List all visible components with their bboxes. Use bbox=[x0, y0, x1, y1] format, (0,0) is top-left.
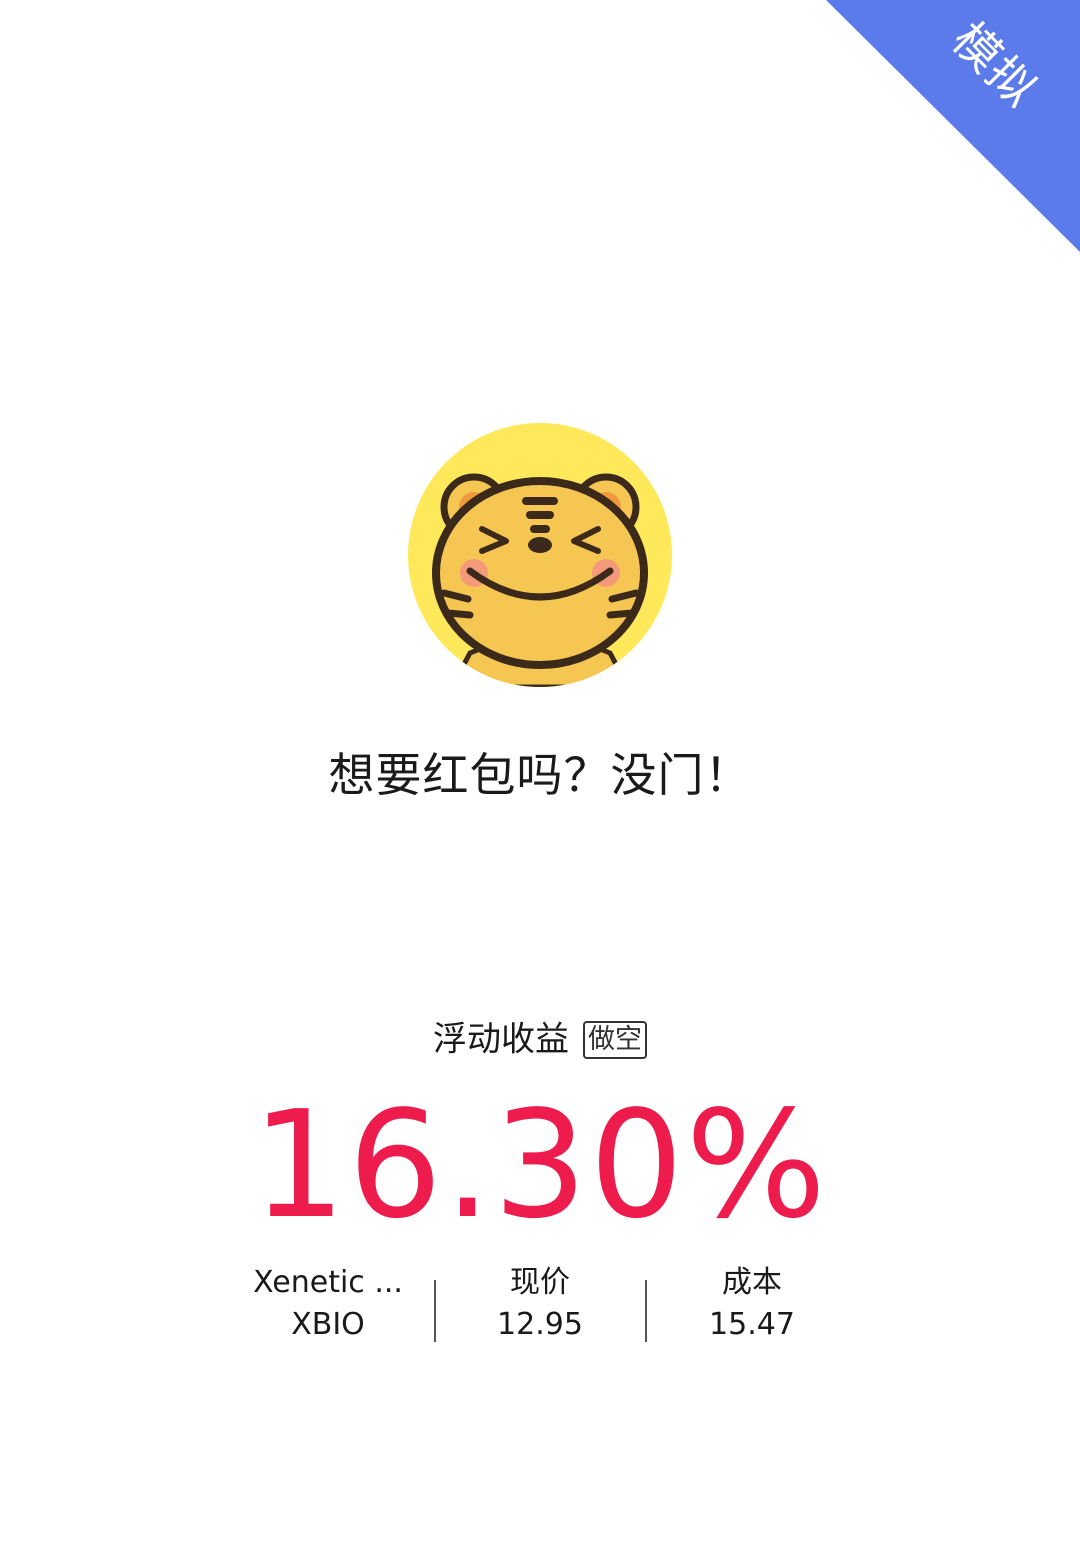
cost-value: 15.47 bbox=[709, 1307, 795, 1342]
headline-text: 想要红包吗？没门！ bbox=[328, 748, 752, 802]
stock-info: Xenetic ... XBIO bbox=[228, 1262, 428, 1346]
divider bbox=[434, 1280, 436, 1342]
price-info: 现价 12.95 bbox=[440, 1262, 640, 1346]
short-position-badge: 做空 bbox=[583, 1020, 647, 1059]
price-label: 现价 bbox=[510, 1265, 570, 1300]
pnl-label: 浮动收益 bbox=[433, 1019, 569, 1060]
pnl-value: 16.30% bbox=[251, 1079, 829, 1251]
price-value: 12.95 bbox=[497, 1307, 583, 1342]
divider bbox=[645, 1280, 647, 1342]
cost-info: 成本 15.47 bbox=[652, 1262, 852, 1346]
pnl-label-row: 浮动收益 做空 bbox=[0, 1012, 1080, 1066]
stock-name: Xenetic ... bbox=[253, 1265, 403, 1300]
position-info-row: Xenetic ... XBIO 现价 12.95 成本 15.47 bbox=[0, 1262, 1080, 1352]
tiger-face-icon bbox=[408, 423, 672, 687]
stock-symbol: XBIO bbox=[291, 1307, 365, 1342]
simulated-badge-label: 模拟 bbox=[941, 11, 1049, 119]
cost-label: 成本 bbox=[722, 1265, 782, 1300]
